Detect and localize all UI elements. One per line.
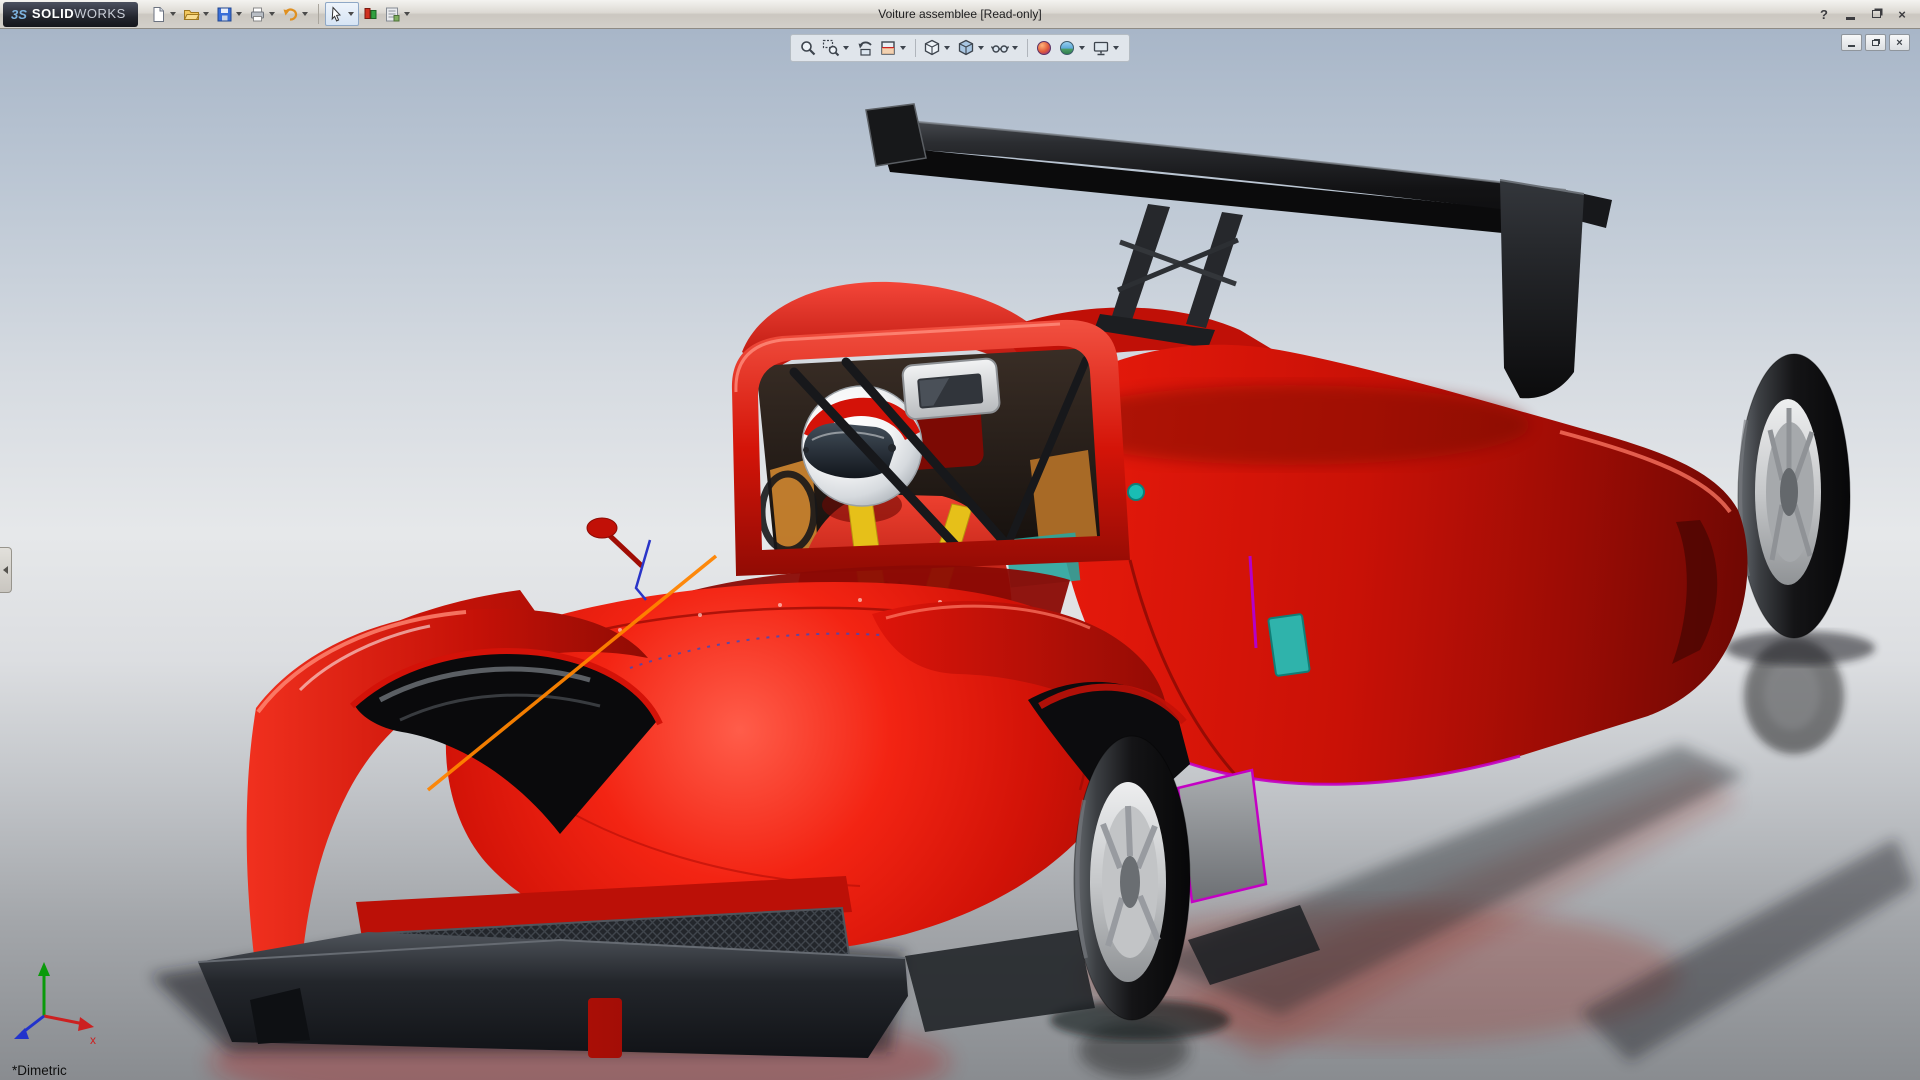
hud-separator: [1027, 39, 1028, 57]
display-style-icon: [957, 39, 975, 57]
section-view-dropdown[interactable]: [900, 46, 906, 50]
select-button[interactable]: [325, 2, 359, 26]
new-document-icon: [150, 6, 167, 23]
document-restore-button[interactable]: [1865, 34, 1886, 51]
restore-icon: [1872, 10, 1881, 18]
undo-button[interactable]: [280, 2, 312, 26]
open-button[interactable]: [181, 2, 213, 26]
document-minimize-button[interactable]: [1841, 34, 1862, 51]
zoom-to-fit-icon: [799, 39, 817, 57]
save-button[interactable]: [214, 2, 246, 26]
rearview-mirror[interactable]: [902, 358, 1000, 420]
hide-show-items-dropdown[interactable]: [1012, 46, 1018, 50]
wing-endplate[interactable]: [1500, 180, 1584, 398]
solidworks-logo: 3S SOLIDWORKS: [3, 2, 138, 27]
window-controls: ? ×: [1812, 4, 1920, 24]
select-dropdown[interactable]: [348, 12, 354, 16]
rocker-panel[interactable]: [1178, 770, 1266, 902]
apply-scene-icon: [1058, 39, 1076, 57]
view-orientation-button[interactable]: [921, 37, 954, 59]
teal-decal[interactable]: [1268, 614, 1310, 676]
view-settings-dropdown[interactable]: [1113, 46, 1119, 50]
restore-button[interactable]: [1864, 4, 1888, 24]
toolbar-separator: [318, 4, 319, 24]
zoom-to-area-button[interactable]: [820, 37, 853, 59]
document-window-controls: ×: [1841, 34, 1910, 51]
standard-toolbar: [148, 2, 414, 26]
zoom-to-fit-button[interactable]: [797, 37, 819, 59]
view-orientation-label: *Dimetric: [12, 1063, 67, 1078]
collapse-arrow-icon: [3, 566, 8, 574]
triad-x-label: x: [90, 1033, 96, 1047]
feature-tree-flyout-tab[interactable]: [0, 547, 12, 593]
hud-separator: [915, 39, 916, 57]
help-button[interactable]: ?: [1812, 4, 1836, 24]
rear-right-wheel[interactable]: [1738, 354, 1850, 638]
open-folder-icon: [183, 6, 200, 23]
new-document-dropdown[interactable]: [170, 12, 176, 16]
view-orientation-cube-icon: [923, 39, 941, 57]
document-close-button[interactable]: ×: [1889, 34, 1910, 51]
color-swatch-button[interactable]: [360, 2, 381, 26]
hide-show-items-glasses-icon: [991, 39, 1009, 57]
apply-scene-dropdown[interactable]: [1079, 46, 1085, 50]
properties-sheet-icon: [384, 6, 401, 23]
close-button[interactable]: ×: [1890, 4, 1914, 24]
new-document-button[interactable]: [148, 2, 180, 26]
titlebar: 3S SOLIDWORKS: [0, 0, 1920, 29]
open-dropdown[interactable]: [203, 12, 209, 16]
print-button[interactable]: [247, 2, 279, 26]
properties-dropdown[interactable]: [404, 12, 410, 16]
edit-appearance-button[interactable]: [1033, 37, 1055, 59]
undo-dropdown[interactable]: [302, 12, 308, 16]
apply-scene-button[interactable]: [1056, 37, 1089, 59]
save-dropdown[interactable]: [236, 12, 242, 16]
properties-button[interactable]: [382, 2, 414, 26]
section-view-button[interactable]: [877, 37, 910, 59]
print-dropdown[interactable]: [269, 12, 275, 16]
document-restore-icon: [1872, 40, 1879, 46]
undo-icon: [282, 6, 299, 23]
display-style-button[interactable]: [955, 37, 988, 59]
zoom-to-area-dropdown[interactable]: [843, 46, 849, 50]
select-cursor-icon: [328, 6, 345, 23]
hide-show-items-button[interactable]: [989, 37, 1022, 59]
minimize-icon: [1846, 17, 1855, 20]
teal-fastener[interactable]: [1128, 484, 1144, 500]
3ds-logo-icon: 3S: [11, 7, 27, 22]
view-settings-monitor-icon: [1092, 39, 1110, 57]
print-icon: [249, 6, 266, 23]
zoom-to-area-icon: [822, 39, 840, 57]
brand-name-bold: SOLID: [32, 6, 74, 21]
view-orientation-dropdown[interactable]: [944, 46, 950, 50]
minimize-button[interactable]: [1838, 4, 1862, 24]
document-minimize-icon: [1848, 45, 1855, 47]
side-mirror[interactable]: [587, 518, 617, 538]
previous-view-icon: [856, 39, 874, 57]
viewport-3d-scene[interactable]: x: [0, 29, 1920, 1080]
previous-view-button[interactable]: [854, 37, 876, 59]
color-swatch-icon: [362, 6, 379, 23]
graphics-area[interactable]: x: [0, 29, 1920, 1080]
brand-name-light: WORKS: [74, 6, 126, 21]
section-view-icon: [879, 39, 897, 57]
view-settings-button[interactable]: [1090, 37, 1123, 59]
save-floppy-icon: [216, 6, 233, 23]
heads-up-view-toolbar: [790, 34, 1130, 62]
display-style-dropdown[interactable]: [978, 46, 984, 50]
edit-appearance-sphere-icon: [1035, 39, 1053, 57]
